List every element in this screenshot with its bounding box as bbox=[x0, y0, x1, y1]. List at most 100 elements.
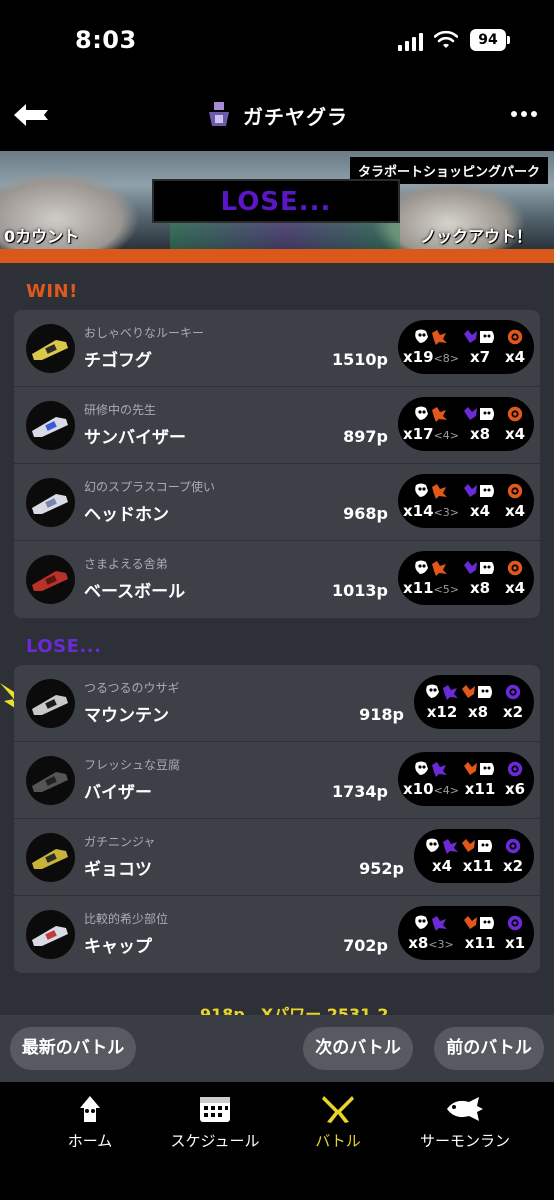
weapon-icon bbox=[32, 926, 68, 946]
weapon-avatar bbox=[26, 324, 75, 373]
player-stats: x19<8> x7 x4 bbox=[398, 320, 534, 374]
special-value: x4 bbox=[504, 425, 526, 443]
player-row[interactable]: ガチニンジャ ギョコツ 952p x4 x11 x2 bbox=[14, 819, 540, 896]
special-weapon-icon bbox=[507, 761, 523, 777]
special-icon bbox=[464, 916, 494, 929]
status-time: 8:03 bbox=[75, 26, 137, 54]
deaths-stat: x8 bbox=[458, 675, 498, 729]
player-row[interactable]: 比較的希少部位 キャップ 702p x8<3> x11 x1 bbox=[14, 896, 540, 973]
player-stats: x8<3> x11 x1 bbox=[398, 906, 534, 960]
player-stats: x17<4> x8 x4 bbox=[398, 397, 534, 451]
player-row[interactable]: 幻のスプラスコープ使い ヘッドホン 968p x14<3> x4 x4 bbox=[14, 464, 540, 541]
player-stats: x11<5> x8 x4 bbox=[398, 551, 534, 605]
kills-stat: x8<3> bbox=[402, 906, 460, 960]
battle-nav-bar: 最新のバトル 次のバトル 前のバトル bbox=[0, 1015, 554, 1082]
next-battle-button[interactable]: 次のバトル bbox=[303, 1027, 413, 1070]
kills-stat: x10<4> bbox=[402, 752, 460, 806]
weapon-avatar bbox=[26, 833, 75, 882]
header: ガチヤグラ bbox=[0, 84, 554, 151]
special-weapon-icon bbox=[505, 684, 521, 700]
deaths-value: x7 bbox=[469, 348, 491, 366]
splat-icon bbox=[415, 329, 447, 345]
battery-indicator: 94 bbox=[470, 29, 510, 51]
kills-stat: x14<3> bbox=[402, 474, 460, 528]
more-options-icon[interactable] bbox=[510, 104, 538, 124]
player-name: サンバイザー bbox=[84, 428, 186, 448]
kills-value: x17 bbox=[403, 425, 434, 443]
latest-battle-button[interactable]: 最新のバトル bbox=[10, 1027, 136, 1070]
player-stats: x4 x11 x2 bbox=[414, 829, 534, 883]
page-title: ガチヤグラ bbox=[243, 104, 349, 129]
player-name: チゴフグ bbox=[84, 351, 152, 371]
player-byname: 幻のスプラスコープ使い bbox=[84, 480, 216, 494]
kills-value: x8 bbox=[408, 934, 429, 952]
special-stat: x1 bbox=[498, 906, 532, 960]
weapon-icon bbox=[32, 849, 68, 869]
splat-icon bbox=[426, 838, 458, 854]
deaths-stat: x4 bbox=[460, 474, 500, 528]
deaths-value: x11 bbox=[464, 934, 496, 952]
player-row[interactable]: フレッシュな豆腐 バイザー 1734p x10<4> x11 x6 bbox=[14, 742, 540, 819]
battle-detail-content[interactable]: WIN! おしゃべりなルーキー チゴフグ 1510p x19<8> x7 x4 研修中の先生… bbox=[0, 263, 554, 1015]
player-points: 1510p bbox=[332, 350, 388, 369]
kills-value: x14 bbox=[403, 502, 434, 520]
player-row[interactable]: おしゃべりなルーキー チゴフグ 1510p x19<8> x7 x4 bbox=[14, 310, 540, 387]
deaths-value: x11 bbox=[464, 780, 496, 798]
calendar-icon bbox=[200, 1097, 230, 1122]
deaths-value: x8 bbox=[469, 579, 491, 597]
deaths-value: x8 bbox=[467, 703, 489, 721]
tab-home[interactable]: ホーム bbox=[50, 1094, 130, 1154]
crossed-weapons-icon bbox=[322, 1096, 354, 1123]
previous-battle-button[interactable]: 前のバトル bbox=[434, 1027, 544, 1070]
assists-value: <4> bbox=[433, 784, 459, 797]
player-byname: おしゃべりなルーキー bbox=[84, 326, 205, 340]
tab-home-label: ホーム bbox=[67, 1132, 113, 1150]
player-byname: フレッシュな豆腐 bbox=[84, 758, 181, 772]
kills-stat: x19<8> bbox=[402, 320, 460, 374]
splat-icon bbox=[426, 684, 458, 700]
tab-salmon-run[interactable]: サーモンラン bbox=[410, 1094, 520, 1154]
player-points: 897p bbox=[343, 427, 388, 446]
player-byname: ガチニンジャ bbox=[84, 835, 156, 849]
weapon-icon bbox=[32, 772, 68, 792]
stage-banner: タラポートショッピングパーク LOSE... 0カウント ノックアウト！ bbox=[0, 151, 554, 249]
tab-schedule[interactable]: スケジュール bbox=[160, 1094, 270, 1154]
player-row[interactable]: さまよえる舎弟 ベースボール 1013p x11<5> x8 x4 bbox=[14, 541, 540, 618]
power-summary: 918p Xパワー 2531.2 bbox=[200, 1005, 389, 1015]
kills-value: x19 bbox=[403, 348, 434, 366]
special-value: x2 bbox=[502, 703, 524, 721]
kills-value: x12 bbox=[426, 703, 458, 721]
status-bar: 8:03 94 bbox=[0, 0, 554, 84]
special-icon bbox=[462, 839, 492, 852]
wifi-icon bbox=[434, 30, 458, 48]
lose-team-panel: つるつるのウサギ マウンテン 918p x12 x8 x2 フレッシュな豆腐 バイザー 1734… bbox=[14, 665, 540, 973]
tab-battle[interactable]: バトル bbox=[298, 1094, 378, 1154]
deaths-value: x4 bbox=[469, 502, 491, 520]
tab-salmon-run-label: サーモンラン bbox=[419, 1132, 510, 1150]
player-row[interactable]: 研修中の先生 サンバイザー 897p x17<4> x8 x4 bbox=[14, 387, 540, 464]
player-points: 702p bbox=[343, 936, 388, 955]
weapon-icon bbox=[32, 494, 68, 514]
cellular-signal-icon bbox=[398, 33, 423, 51]
special-stat: x2 bbox=[496, 675, 530, 729]
player-name: ヘッドホン bbox=[84, 505, 169, 525]
salmon-icon bbox=[447, 1097, 483, 1121]
special-weapon-icon bbox=[507, 329, 523, 345]
splat-icon bbox=[415, 406, 447, 422]
assists-value: <4> bbox=[433, 429, 459, 442]
player-name: マウンテン bbox=[84, 706, 169, 726]
special-icon bbox=[464, 407, 494, 420]
player-points: 1013p bbox=[332, 581, 388, 600]
banner-divider bbox=[0, 249, 554, 263]
special-icon bbox=[464, 484, 494, 497]
weapon-icon bbox=[32, 695, 68, 715]
deaths-value: x8 bbox=[469, 425, 491, 443]
special-weapon-icon bbox=[507, 915, 523, 931]
player-row[interactable]: つるつるのウサギ マウンテン 918p x12 x8 x2 bbox=[14, 665, 540, 742]
assists-value: <3> bbox=[428, 938, 454, 951]
weapon-avatar bbox=[26, 756, 75, 805]
deaths-stat: x11 bbox=[460, 906, 500, 960]
deaths-value: x11 bbox=[462, 857, 494, 875]
weapon-icon bbox=[32, 571, 68, 591]
special-weapon-icon bbox=[505, 838, 521, 854]
